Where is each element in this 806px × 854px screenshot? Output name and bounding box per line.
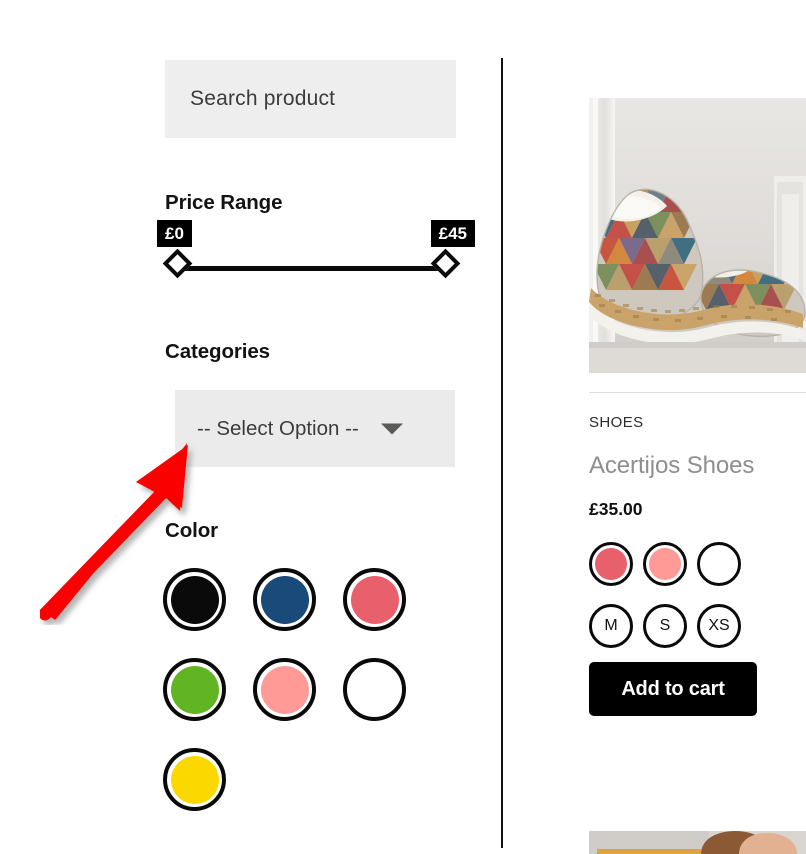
slider-handle-max[interactable]	[430, 248, 461, 279]
product-size-xs[interactable]: XS	[697, 604, 741, 648]
chevron-down-icon	[381, 423, 403, 434]
color-dot	[649, 548, 681, 580]
price-range-heading: Price Range	[165, 191, 283, 214]
filter-sidebar: Price Range £0 £45 Categories -- Select …	[0, 0, 501, 854]
product-size-m[interactable]: M	[589, 604, 633, 648]
product-image[interactable]	[589, 98, 806, 373]
categories-select[interactable]: -- Select Option --	[175, 390, 455, 467]
color-dot	[170, 755, 219, 804]
color-dot	[260, 665, 309, 714]
color-swatch-row	[163, 658, 443, 721]
slider-handle-min[interactable]	[162, 248, 193, 279]
color-swatch-navy[interactable]	[253, 568, 316, 631]
search-input[interactable]	[165, 60, 456, 138]
color-swatch-row	[163, 568, 443, 631]
product-size-options: M S XS	[589, 604, 741, 648]
next-product-image[interactable]	[589, 831, 806, 854]
categories-select-label: -- Select Option --	[197, 416, 359, 440]
color-swatch-green[interactable]	[163, 658, 226, 721]
product-color-white[interactable]	[697, 542, 741, 586]
product-title[interactable]: Acertijos Shoes	[589, 452, 754, 480]
product-color-options	[589, 542, 741, 586]
product-list-column: SHOES Acertijos Shoes £35.00 M S XS Add …	[589, 0, 806, 854]
color-dot	[260, 575, 309, 624]
color-dot	[170, 575, 219, 624]
product-category-label: SHOES	[589, 414, 644, 431]
product-divider	[589, 392, 806, 393]
color-swatch-pink[interactable]	[253, 658, 316, 721]
color-swatch-group	[163, 568, 443, 838]
categories-heading: Categories	[165, 340, 270, 363]
color-swatch-black[interactable]	[163, 568, 226, 631]
price-range-slider[interactable]: £0 £45	[157, 220, 475, 286]
color-dot	[595, 548, 627, 580]
price-min-badge: £0	[157, 220, 192, 247]
price-max-badge: £45	[430, 220, 475, 247]
color-heading: Color	[165, 519, 219, 542]
add-to-cart-button[interactable]: Add to cart	[589, 662, 757, 716]
color-swatch-row	[163, 748, 443, 811]
column-divider	[501, 58, 503, 848]
slider-track[interactable]	[177, 266, 445, 271]
color-swatch-coral[interactable]	[343, 568, 406, 631]
color-swatch-yellow[interactable]	[163, 748, 226, 811]
product-size-s[interactable]: S	[643, 604, 687, 648]
color-dot	[350, 575, 399, 624]
color-dot	[170, 665, 219, 714]
product-color-coral[interactable]	[589, 542, 633, 586]
product-color-pink[interactable]	[643, 542, 687, 586]
color-swatch-white[interactable]	[343, 658, 406, 721]
product-price: £35.00	[589, 499, 643, 519]
